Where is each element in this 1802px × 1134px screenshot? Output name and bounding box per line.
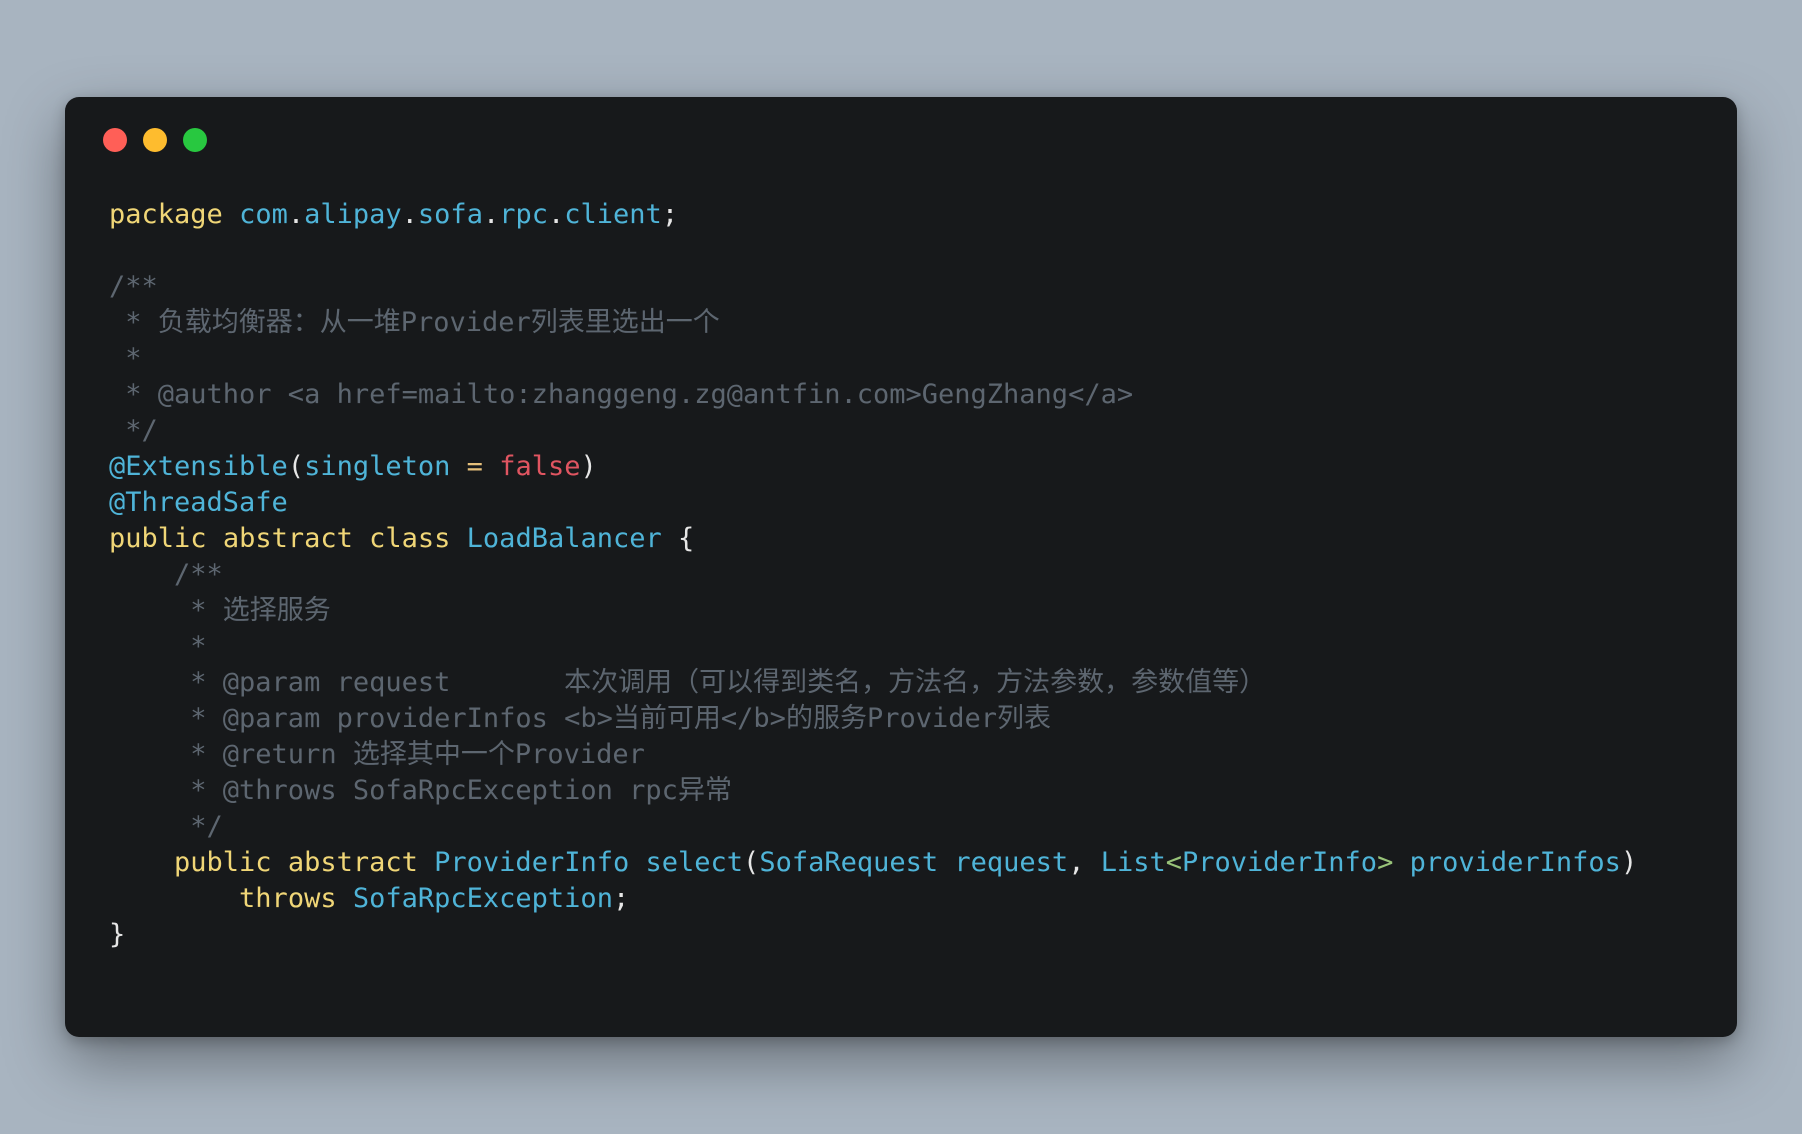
code-token-identifier: client [564,199,662,230]
code-token-plain: . [401,199,418,230]
code-line: * @author <a href=mailto:zhanggeng.zg@an… [109,377,1717,413]
code-token-plain: . [287,199,305,230]
code-token-identifier: @Extensible [109,451,288,482]
code-token-keyword: public [109,523,207,554]
code-token-keyword: abstract [222,523,353,554]
code-token-comment: * [109,631,207,662]
code-token-plain: ( [287,451,305,482]
code-token-comment: * 选择服务 [109,595,331,626]
code-line: /** [109,269,1717,305]
code-token-identifier: singleton [304,451,451,482]
code-line: /** [109,557,1717,593]
code-token-comment: * @return 选择其中一个Provider [109,739,645,770]
code-token-identifier: ProviderInfo [434,847,630,878]
code-line: * 负载均衡器：从一堆Provider列表里选出一个 [109,305,1717,341]
code-line: throws SofaRpcException; [109,881,1717,917]
code-token-plain: ; [612,883,630,914]
code-token-identifier: @ThreadSafe [109,487,288,518]
code-line: */ [109,809,1717,845]
code-token-plain: } [109,919,126,950]
code-token-operator: = [466,451,483,482]
code-line: * @return 选择其中一个Provider [109,737,1717,773]
code-token-identifier: SofaRpcException [352,883,613,914]
code-token-type-param: < [1165,847,1182,878]
code-line: * [109,341,1717,377]
code-line: * 选择服务 [109,593,1717,629]
code-token-identifier: SofaRequest [759,847,939,878]
code-token-identifier: request [954,847,1069,878]
code-token-comment: * @param request 本次调用（可以得到类名，方法名，方法参数，参数… [109,667,1267,698]
code-token-keyword: class [369,523,451,554]
code-token-plain: { [661,523,695,554]
code-token-keyword: package [109,199,223,230]
code-token-identifier: select [645,847,744,878]
code-token-plain: ) [1620,847,1638,878]
code-token-literal: false [499,451,581,482]
code-token-plain: , [1068,847,1101,878]
code-line: public abstract ProviderInfo select(Sofa… [109,845,1717,881]
code-token-comment: * 负载均衡器：从一堆Provider列表里选出一个 [109,307,720,338]
window-titlebar [103,128,207,152]
code-token-comment: * @param providerInfos <b>当前可用</b>的服务Pro… [109,703,1051,734]
code-token-identifier: com [239,199,288,230]
code-token-identifier: ProviderInfo [1182,847,1378,878]
code-line: * @param providerInfos <b>当前可用</b>的服务Pro… [109,701,1717,737]
code-line: @ThreadSafe [109,485,1717,521]
code-token-plain: . [482,199,500,230]
code-token-type-param: > [1377,847,1394,878]
code-line: */ [109,413,1717,449]
code-token-comment: /** [109,559,223,590]
code-token-identifier: LoadBalancer [466,523,662,554]
code-token-identifier: rpc [499,199,548,230]
code-token-comment: * @author <a href=mailto:zhanggeng.zg@an… [109,379,1134,410]
code-token-plain: ( [743,847,760,878]
code-block: package com.alipay.sofa.rpc.client;/** *… [109,197,1717,953]
code-line: * [109,629,1717,665]
code-token-keyword: throws [239,883,337,914]
code-token-keyword: abstract [287,847,418,878]
code-token-keyword: public [174,847,272,878]
code-window: package com.alipay.sofa.rpc.client;/** *… [65,97,1737,1037]
maximize-window-button[interactable] [183,128,207,152]
minimize-window-button[interactable] [143,128,167,152]
code-token-comment: */ [109,811,223,842]
code-line: } [109,917,1717,953]
code-line: * @throws SofaRpcException rpc异常 [109,773,1717,809]
code-line: public abstract class LoadBalancer { [109,521,1717,557]
close-window-button[interactable] [103,128,127,152]
code-token-identifier: List [1100,847,1166,878]
code-token-comment: */ [109,415,158,446]
code-token-plain: . [548,199,565,230]
code-token-comment: * [109,343,142,374]
code-line: * @param request 本次调用（可以得到类名，方法名，方法参数，参数… [109,665,1717,701]
code-line: package com.alipay.sofa.rpc.client; [109,197,1717,233]
code-token-identifier: providerInfos [1409,847,1621,878]
code-token-comment: /** [109,271,158,302]
code-token-identifier: sofa [417,199,483,230]
code-token-plain: ) [580,451,597,482]
code-line: @Extensible(singleton = false) [109,449,1717,485]
code-token-identifier: alipay [304,199,402,230]
code-token-comment: * @throws SofaRpcException rpc异常 [109,775,732,806]
code-token-plain: ; [661,199,679,230]
